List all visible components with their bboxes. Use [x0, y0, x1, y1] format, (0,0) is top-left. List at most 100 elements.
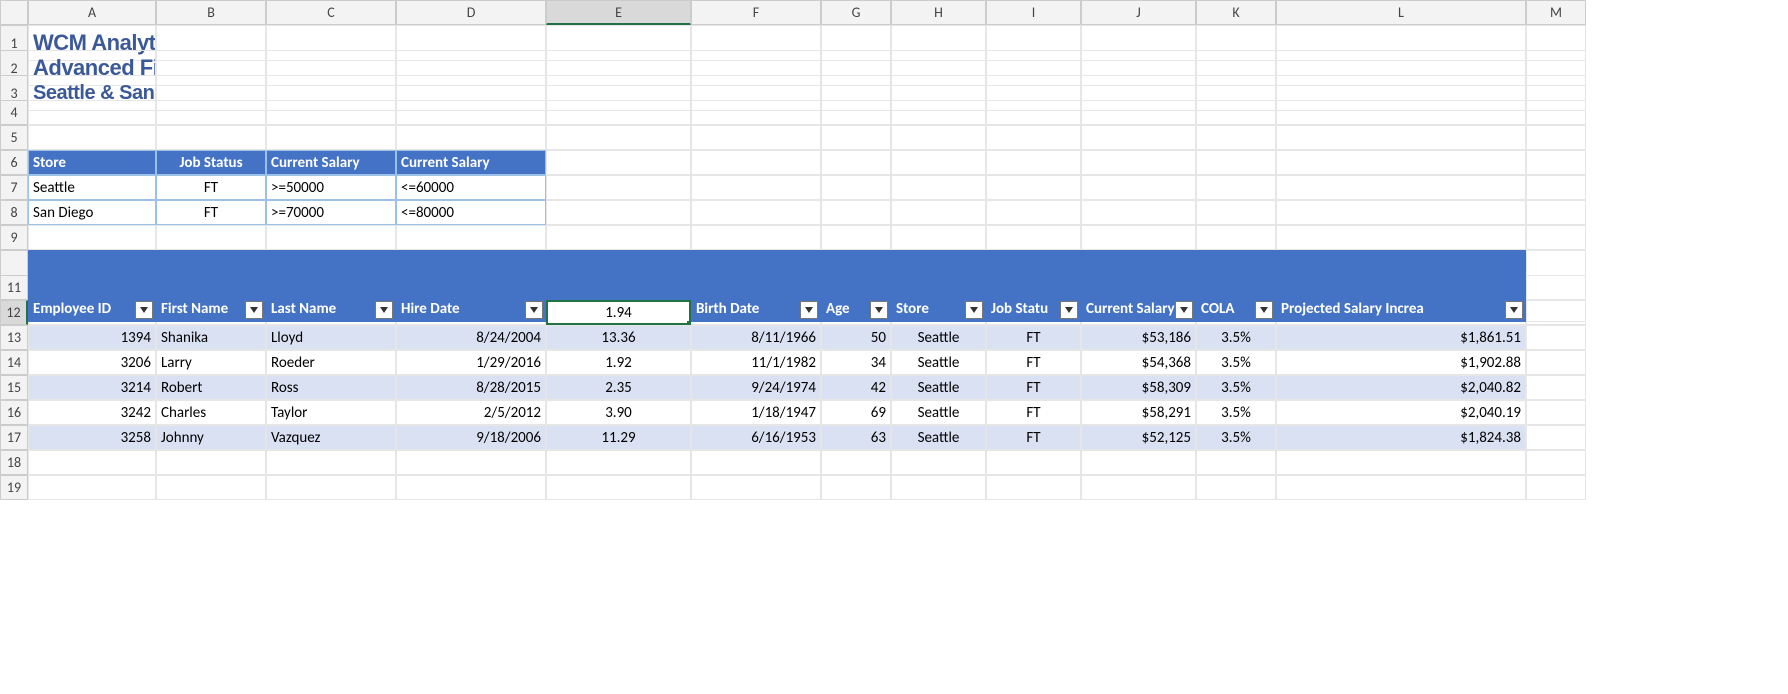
- column-header-B[interactable]: B: [156, 0, 266, 25]
- age[interactable]: 50: [821, 325, 891, 350]
- cell-E19[interactable]: [546, 475, 691, 500]
- cell-D19[interactable]: [396, 475, 546, 500]
- cell-G18[interactable]: [821, 450, 891, 475]
- cell-G8[interactable]: [821, 200, 891, 225]
- cell-M11[interactable]: [1526, 275, 1586, 300]
- cell-G19[interactable]: [821, 475, 891, 500]
- cell-H8[interactable]: [891, 200, 986, 225]
- row-header-16[interactable]: 16: [0, 400, 28, 425]
- birth-date[interactable]: 1/18/1947: [691, 400, 821, 425]
- cell-H5[interactable]: [891, 125, 986, 150]
- filter-dropdown-button[interactable]: [245, 301, 263, 319]
- cell-H9[interactable]: [891, 225, 986, 250]
- birth-date[interactable]: 9/24/1974: [691, 375, 821, 400]
- cell-L4[interactable]: [1276, 100, 1526, 125]
- store[interactable]: Seattle: [891, 375, 986, 400]
- row-header-7[interactable]: 7: [0, 175, 28, 200]
- current-salary[interactable]: $54,368: [1081, 350, 1196, 375]
- cell-E4[interactable]: [546, 100, 691, 125]
- table-header-0[interactable]: Employee ID: [28, 250, 156, 322]
- cell-M5[interactable]: [1526, 125, 1586, 150]
- table-header-1[interactable]: First Name: [156, 250, 266, 322]
- cell-G9[interactable]: [821, 225, 891, 250]
- cell-M14[interactable]: [1526, 350, 1586, 375]
- employee-id[interactable]: 3206: [28, 350, 156, 375]
- cell-A9[interactable]: [28, 225, 156, 250]
- filter-dropdown-button[interactable]: [800, 301, 818, 319]
- column-header-C[interactable]: C: [266, 0, 396, 25]
- filter-dropdown-button[interactable]: [1175, 301, 1193, 319]
- column-header-J[interactable]: J: [1081, 0, 1196, 25]
- first-name[interactable]: Charles: [156, 400, 266, 425]
- column-header-I[interactable]: I: [986, 0, 1081, 25]
- cell-G7[interactable]: [821, 175, 891, 200]
- row-header-11[interactable]: 11: [0, 275, 28, 300]
- hire-date[interactable]: 1/29/2016: [396, 350, 546, 375]
- select-all-corner[interactable]: [0, 0, 28, 25]
- last-name[interactable]: Roeder: [266, 350, 396, 375]
- store[interactable]: Seattle: [891, 350, 986, 375]
- cell-F6[interactable]: [691, 150, 821, 175]
- table-header-11[interactable]: Projected Salary Increa: [1276, 250, 1526, 322]
- filter-dropdown-button[interactable]: [870, 301, 888, 319]
- filter-dropdown-button[interactable]: [375, 301, 393, 319]
- row-header-13[interactable]: 13: [0, 325, 28, 350]
- cell-K18[interactable]: [1196, 450, 1276, 475]
- cell-D9[interactable]: [396, 225, 546, 250]
- projected-salary-increase[interactable]: $1,861.51: [1276, 325, 1526, 350]
- store[interactable]: Seattle: [891, 400, 986, 425]
- criteria-status-0[interactable]: FT: [156, 175, 266, 200]
- hire-date[interactable]: 9/18/2006: [396, 425, 546, 450]
- cell-M15[interactable]: [1526, 375, 1586, 400]
- column-header-H[interactable]: H: [891, 0, 986, 25]
- cell-D4[interactable]: [396, 100, 546, 125]
- job-status[interactable]: FT: [986, 325, 1081, 350]
- cell-L18[interactable]: [1276, 450, 1526, 475]
- cell-D5[interactable]: [396, 125, 546, 150]
- cell-I4[interactable]: [986, 100, 1081, 125]
- cell-E9[interactable]: [546, 225, 691, 250]
- cell-I6[interactable]: [986, 150, 1081, 175]
- last-name[interactable]: Taylor: [266, 400, 396, 425]
- cell-I7[interactable]: [986, 175, 1081, 200]
- criteria-max-1[interactable]: <=80000: [396, 200, 546, 225]
- years-of-service[interactable]: 2.35: [546, 375, 691, 400]
- age[interactable]: 69: [821, 400, 891, 425]
- cell-E8[interactable]: [546, 200, 691, 225]
- cola[interactable]: 3.5%: [1196, 350, 1276, 375]
- last-name[interactable]: Vazquez: [266, 425, 396, 450]
- job-status[interactable]: FT: [986, 400, 1081, 425]
- cell-B18[interactable]: [156, 450, 266, 475]
- cell-A19[interactable]: [28, 475, 156, 500]
- cell-B4[interactable]: [156, 100, 266, 125]
- cell-L9[interactable]: [1276, 225, 1526, 250]
- cell-M7[interactable]: [1526, 175, 1586, 200]
- row-header-15[interactable]: 15: [0, 375, 28, 400]
- cola[interactable]: 3.5%: [1196, 400, 1276, 425]
- job-status[interactable]: FT: [986, 375, 1081, 400]
- hire-date[interactable]: 8/24/2004: [396, 325, 546, 350]
- table-header-2[interactable]: Last Name: [266, 250, 396, 322]
- cell-I8[interactable]: [986, 200, 1081, 225]
- filter-dropdown-button[interactable]: [525, 301, 543, 319]
- employee-id[interactable]: 3242: [28, 400, 156, 425]
- years-of-service[interactable]: 1.94: [546, 300, 691, 325]
- cell-C19[interactable]: [266, 475, 396, 500]
- last-name[interactable]: Lloyd: [266, 325, 396, 350]
- store[interactable]: Seattle: [891, 325, 986, 350]
- current-salary[interactable]: $58,291: [1081, 400, 1196, 425]
- cell-L7[interactable]: [1276, 175, 1526, 200]
- cell-K7[interactable]: [1196, 175, 1276, 200]
- table-header-3[interactable]: Hire Date: [396, 250, 546, 322]
- cell-I18[interactable]: [986, 450, 1081, 475]
- cell-L6[interactable]: [1276, 150, 1526, 175]
- cell-K5[interactable]: [1196, 125, 1276, 150]
- cell-C9[interactable]: [266, 225, 396, 250]
- age[interactable]: 42: [821, 375, 891, 400]
- row-header-6[interactable]: 6: [0, 150, 28, 175]
- column-header-K[interactable]: K: [1196, 0, 1276, 25]
- cell-B5[interactable]: [156, 125, 266, 150]
- hire-date[interactable]: 8/28/2015: [396, 375, 546, 400]
- row-header-9[interactable]: 9: [0, 225, 28, 250]
- cell-M18[interactable]: [1526, 450, 1586, 475]
